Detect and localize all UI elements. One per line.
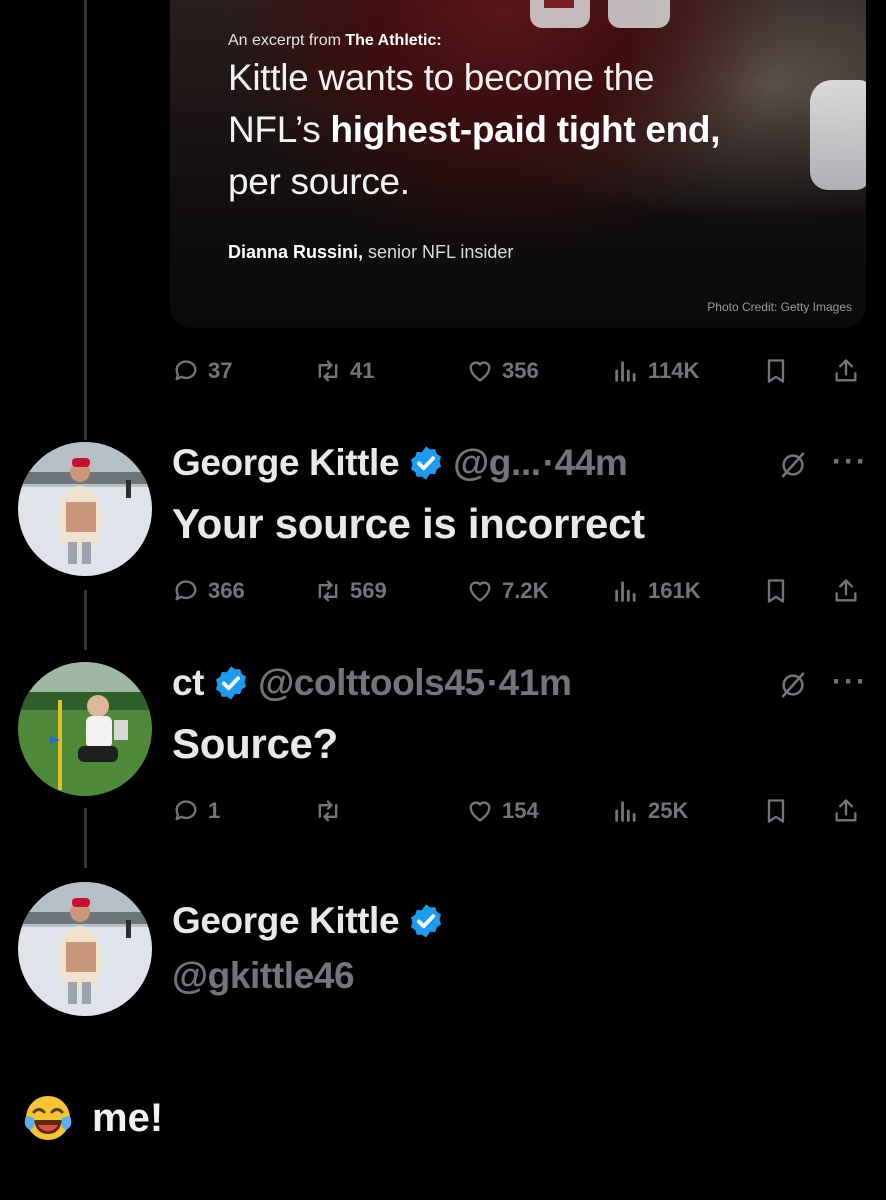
heart-icon bbox=[469, 581, 491, 602]
share-icon bbox=[835, 359, 857, 382]
grok-icon[interactable] bbox=[778, 670, 808, 700]
tweet-actions: 1 154 25K bbox=[172, 797, 872, 827]
display-name[interactable]: ct bbox=[172, 662, 205, 704]
reaction-label: me! bbox=[92, 1095, 164, 1140]
article-headline: Kittle wants to become the NFL’s highest… bbox=[228, 57, 721, 202]
grok-icon[interactable] bbox=[778, 450, 808, 480]
like-button[interactable]: 7.2K bbox=[466, 577, 548, 605]
share-button[interactable] bbox=[832, 357, 860, 385]
avatar[interactable] bbox=[18, 662, 152, 796]
tweet-header: George Kittle @g... ·44m bbox=[172, 442, 628, 484]
tweet-actions: 366 569 7.2K 161K bbox=[172, 577, 872, 607]
repost-icon bbox=[318, 800, 338, 822]
heart-icon bbox=[469, 361, 491, 382]
views-button[interactable]: 114K bbox=[612, 357, 699, 385]
like-button[interactable]: 356 bbox=[466, 357, 539, 385]
verified-badge-icon bbox=[411, 446, 442, 480]
share-button[interactable] bbox=[832, 577, 860, 605]
tears-of-joy-emoji-icon bbox=[24, 1096, 72, 1140]
verified-badge-icon bbox=[216, 666, 247, 700]
reply-button[interactable]: 1 bbox=[172, 797, 220, 825]
reply-icon bbox=[175, 580, 197, 601]
profile-name: George Kittle bbox=[172, 900, 445, 942]
avatar-photo bbox=[18, 882, 152, 1016]
bookmark-button[interactable] bbox=[762, 357, 790, 385]
views-icon bbox=[615, 801, 636, 822]
share-icon bbox=[835, 579, 857, 602]
thread-line bbox=[84, 0, 87, 440]
share-icon bbox=[835, 799, 857, 822]
bookmark-icon bbox=[767, 579, 785, 603]
article-byline: Dianna Russini, senior NFL insider bbox=[228, 242, 514, 262]
handle[interactable]: @colttools45 bbox=[258, 662, 485, 704]
avatar[interactable] bbox=[18, 882, 152, 1016]
thread-line bbox=[84, 590, 87, 650]
tweet-actions: 37 41 356 114K bbox=[172, 357, 872, 387]
bookmark-button[interactable] bbox=[762, 797, 790, 825]
reaction-text: me! bbox=[22, 1092, 163, 1144]
repost-button[interactable] bbox=[314, 797, 350, 825]
views-icon bbox=[615, 581, 636, 602]
reply-icon bbox=[175, 360, 197, 381]
views-button[interactable]: 25K bbox=[612, 797, 688, 825]
tweet-header: ct @colttools45 ·41m bbox=[172, 662, 572, 704]
bookmark-button[interactable] bbox=[762, 577, 790, 605]
article-card[interactable]: An excerpt from The Athletic: Kittle wan… bbox=[170, 0, 866, 328]
handle[interactable]: @gkittle46 bbox=[172, 955, 355, 997]
verified-badge-icon bbox=[411, 904, 442, 938]
timestamp[interactable]: ·44m bbox=[543, 442, 628, 484]
views-button[interactable]: 161K bbox=[612, 577, 701, 605]
share-button[interactable] bbox=[832, 797, 860, 825]
repost-icon bbox=[318, 580, 338, 602]
views-icon bbox=[615, 361, 636, 382]
avatar[interactable] bbox=[18, 442, 152, 576]
bookmark-icon bbox=[767, 799, 785, 823]
reply-button[interactable]: 37 bbox=[172, 357, 232, 385]
handle[interactable]: @g... bbox=[453, 442, 541, 484]
display-name[interactable]: George Kittle bbox=[172, 442, 400, 484]
excerpt-label: An excerpt from The Athletic: bbox=[228, 32, 442, 49]
display-name[interactable]: George Kittle bbox=[172, 900, 400, 942]
more-options-icon[interactable]: ··· bbox=[832, 665, 868, 699]
reply-icon bbox=[175, 800, 197, 821]
repost-button[interactable]: 41 bbox=[314, 357, 374, 385]
profile-handle: @gkittle46 bbox=[172, 955, 355, 997]
repost-icon bbox=[318, 360, 338, 382]
repost-button[interactable]: 569 bbox=[314, 577, 387, 605]
timestamp[interactable]: ·41m bbox=[487, 662, 572, 704]
tweet-text: Your source is incorrect bbox=[172, 500, 645, 547]
tweet-text: Source? bbox=[172, 720, 338, 767]
more-options-icon[interactable]: ··· bbox=[832, 445, 868, 479]
photo-credit: Photo Credit: Getty Images bbox=[707, 300, 852, 314]
jersey-number-graphic bbox=[530, 0, 670, 28]
avatar-photo bbox=[18, 662, 152, 796]
reply-button[interactable]: 366 bbox=[172, 577, 245, 605]
bookmark-icon bbox=[767, 359, 785, 383]
thread-line bbox=[84, 808, 87, 868]
heart-icon bbox=[469, 801, 491, 822]
like-button[interactable]: 154 bbox=[466, 797, 539, 825]
avatar-photo bbox=[18, 442, 152, 576]
